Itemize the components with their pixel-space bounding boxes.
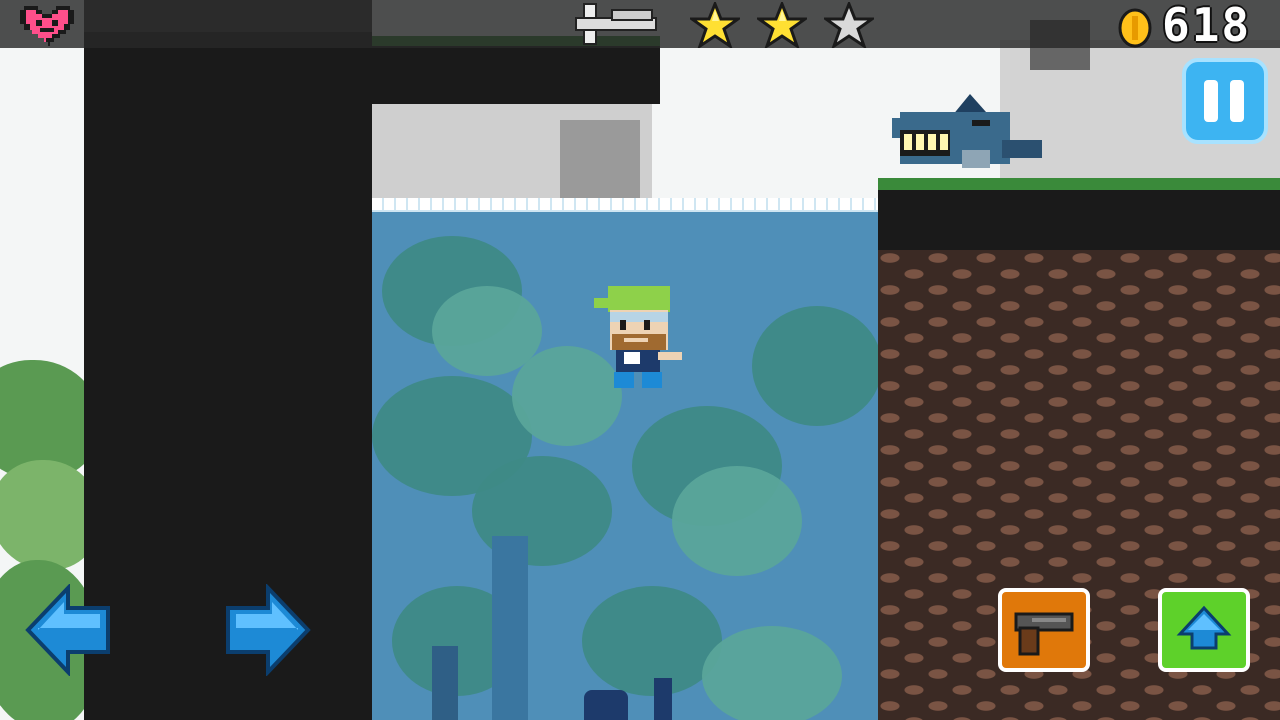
underwater-post: [584, 690, 628, 720]
move-right-button[interactable]: [224, 584, 312, 676]
coin-icon: [1118, 8, 1152, 48]
crossbow-icon: [575, 3, 657, 45]
pause-icon: [1230, 80, 1244, 122]
fire-button[interactable]: [998, 588, 1090, 672]
tree-trunk: [432, 646, 458, 720]
underwater-post: [654, 678, 672, 720]
arrow-up-icon: [1176, 605, 1232, 650]
pistol-icon: [1014, 612, 1074, 656]
background-rock-shadow: [560, 120, 640, 205]
pause-icon: [1204, 80, 1218, 122]
block-ledge-top: [372, 46, 660, 104]
enemy-shark: [892, 94, 1042, 168]
star-icon-empty: [824, 2, 874, 48]
jump-button[interactable]: [1158, 588, 1250, 672]
underwater-tree: [752, 306, 880, 426]
move-left-button[interactable]: [24, 584, 112, 676]
underwater-tree: [582, 586, 722, 696]
underwater-tree: [702, 626, 842, 720]
heart-icon: [20, 6, 74, 46]
block-ledge-right: [878, 190, 1280, 250]
underwater-tree: [672, 466, 802, 576]
player-character: [594, 286, 682, 388]
game-screen: 618: [0, 0, 1280, 720]
star-icon: [757, 2, 807, 48]
star-icon: [690, 2, 740, 48]
water-surface: [372, 198, 880, 212]
pause-button[interactable]: [1182, 58, 1268, 144]
coin-counter: 618: [1162, 0, 1252, 52]
tree-trunk: [492, 536, 528, 720]
